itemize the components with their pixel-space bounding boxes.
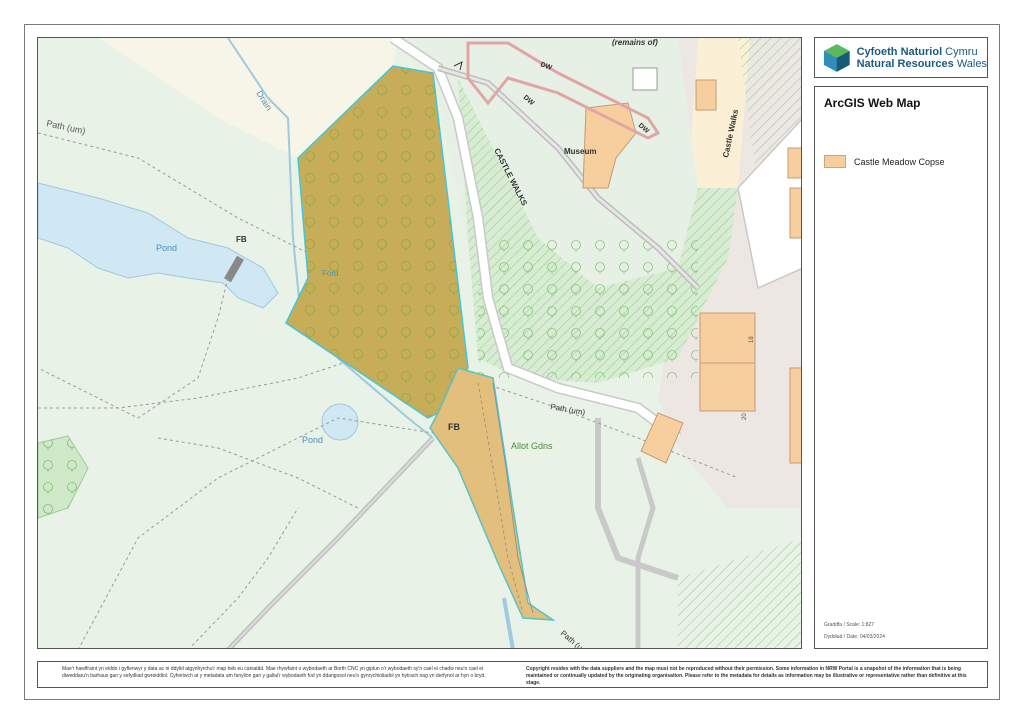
logo-welsh-name: Cyfoeth Naturiol Cymru [856,45,978,58]
label-fb-top: FB [236,235,247,244]
label-num-18: 18 [749,336,755,343]
footer-panel: Mae'r hawlfraint yn eiddo i gyflenwyr y … [37,661,988,688]
map-frame[interactable]: Drain Path (um) Pond FB Ford Pond FB All… [37,37,802,649]
label-museum: Museum [564,147,596,156]
pond-small [321,403,359,441]
date-text: Dyddiad / Date: 04/03/2024 [824,634,885,640]
building-20 [699,362,756,412]
legend-panel: ArcGIS Web Map Castle Meadow Copse Gradd… [814,86,988,649]
nrw-logo-icon [823,43,850,72]
building-18 [699,312,756,364]
label-ford: Ford [322,269,338,278]
label-remains-of: (remains of) [612,38,658,47]
footer-english-copyright: Copyright resides with the data supplier… [526,666,967,686]
label-allot-gdns: Allot Gdns [511,441,553,451]
legend-label: Castle Meadow Copse [854,156,945,167]
footer-welsh-copyright: Mae'r hawlfraint yn eiddo i gyflenwyr y … [62,666,486,679]
label-fb-bottom: FB [448,422,460,432]
label-pond-large: Pond [156,243,177,253]
legend-title: ArcGIS Web Map [824,96,921,110]
legend-item: Castle Meadow Copse [824,155,945,168]
logo-english-name: Natural Resources Wales [856,57,987,70]
map-canvas[interactable]: Drain Path (um) Pond FB Ford Pond FB All… [38,38,802,649]
scale-text: Graddfa / Scale: 1:827 [824,622,875,628]
label-pond-small: Pond [302,435,323,445]
logo-panel: Cyfoeth Naturiol Cymru Natural Resources… [814,37,988,78]
legend-swatch [824,155,846,168]
label-num-20: 20 [742,413,748,420]
